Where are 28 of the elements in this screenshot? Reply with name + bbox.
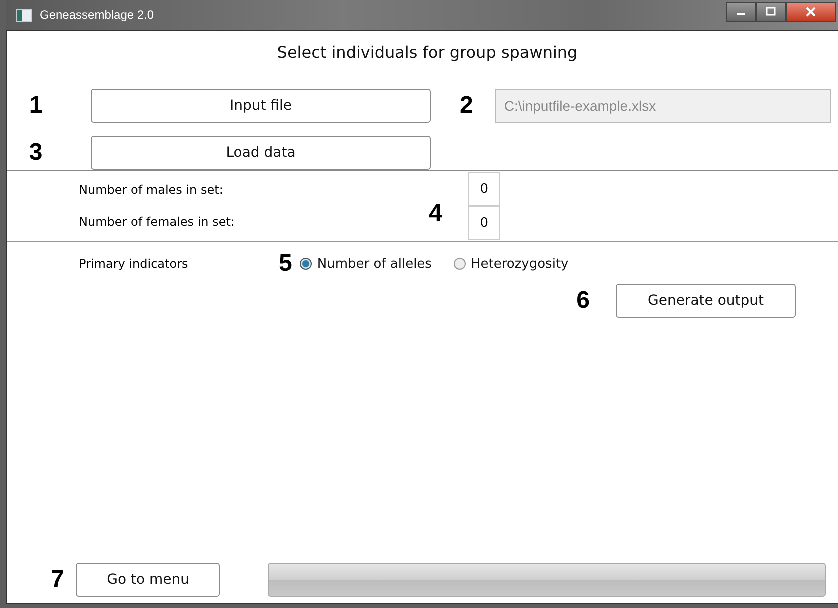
step-number: 6	[576, 287, 590, 315]
count-label: Number of females in set:	[79, 215, 235, 229]
load-data-button[interactable]: Load data	[91, 136, 431, 170]
radio-option[interactable]: Number of alleles	[300, 256, 432, 272]
radio-icon[interactable]	[454, 258, 466, 270]
go-to-menu-button[interactable]: Go to menu	[76, 563, 220, 597]
radio-option[interactable]: Heterozygosity	[454, 256, 569, 272]
app-icon	[16, 8, 32, 22]
radio-icon[interactable]	[300, 258, 312, 270]
step-number: 2	[460, 92, 474, 120]
generate-output-button[interactable]: Generate output	[616, 284, 796, 318]
minimize-button[interactable]	[726, 2, 756, 22]
input-file-button[interactable]: Input file	[91, 89, 431, 123]
step-number: 5	[279, 250, 292, 278]
indicators-label: Primary indicators	[78, 257, 190, 271]
step-number: 3	[28, 139, 44, 167]
page-heading: Select individuals for group spawning	[276, 42, 579, 64]
close-icon	[805, 7, 817, 17]
window-title: Geneassemblage 2.0	[40, 8, 154, 22]
step-number: 7	[51, 566, 64, 594]
count-value: 0	[468, 206, 500, 240]
maximize-button[interactable]	[756, 2, 786, 22]
count-label: Number of males in set:	[79, 183, 224, 197]
close-button[interactable]	[786, 2, 836, 22]
count-value: 0	[468, 172, 500, 206]
step-number: 1	[28, 92, 44, 120]
step-number: 4	[429, 200, 442, 228]
maximize-icon	[765, 7, 777, 17]
